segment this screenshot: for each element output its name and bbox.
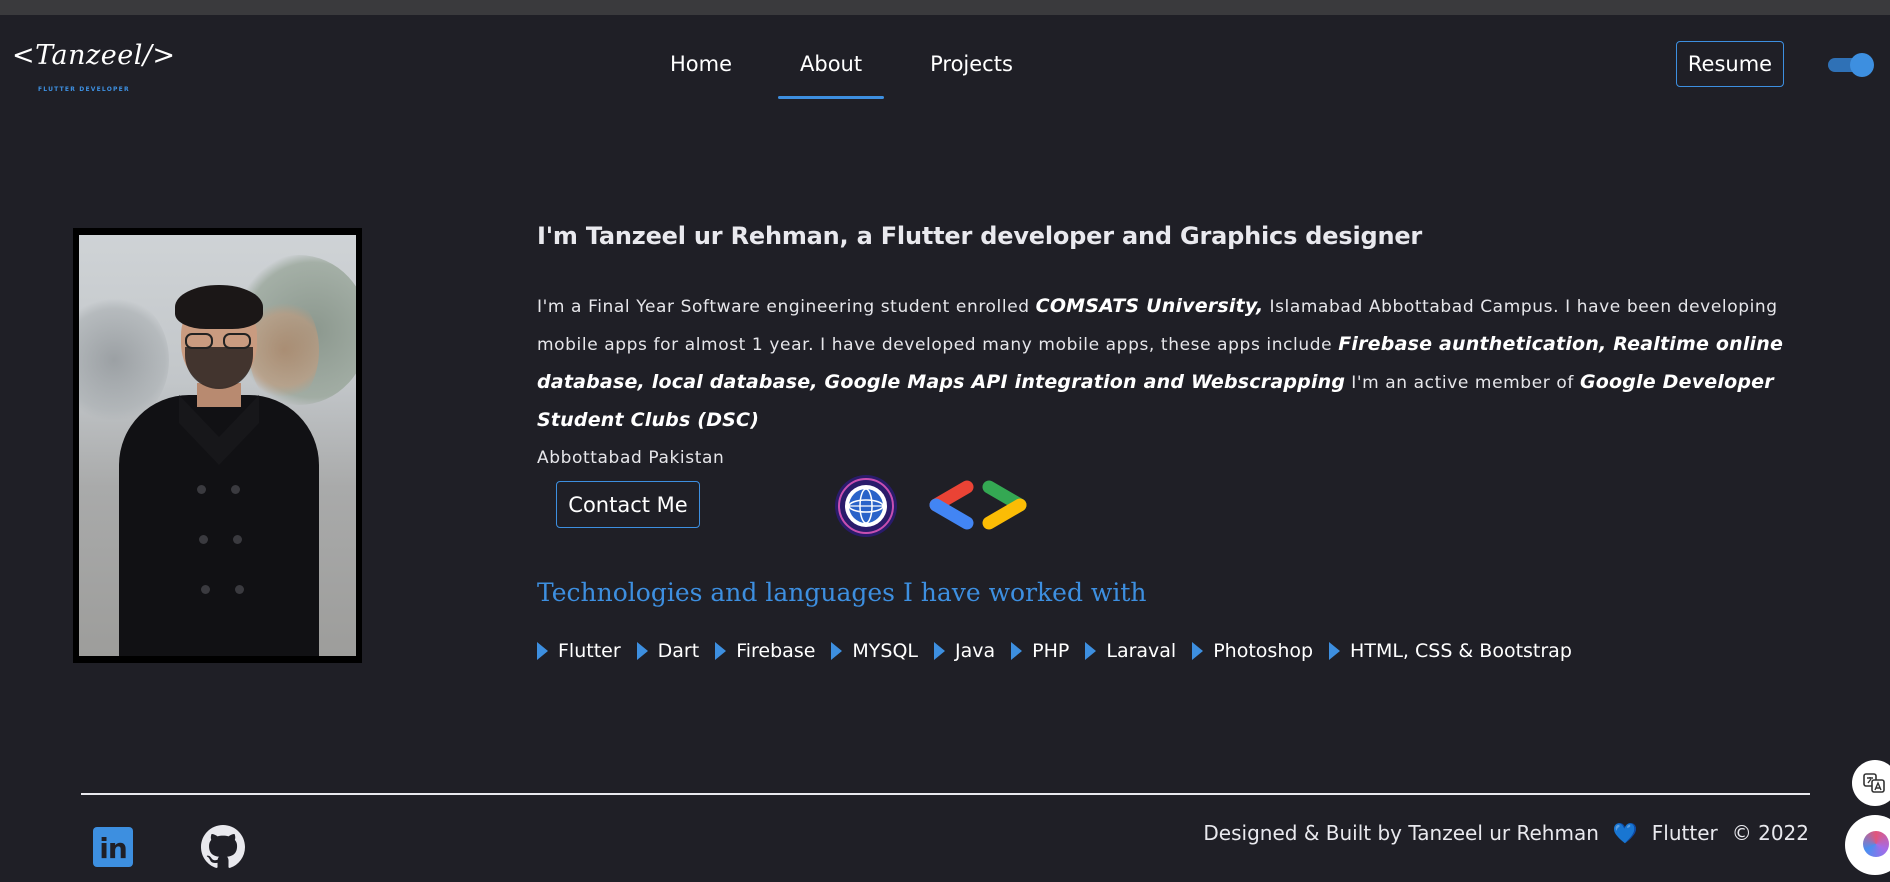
profile-photo-frame <box>73 228 362 663</box>
tech-item: Java <box>934 640 995 662</box>
bio-bold-university: COMSATS University, <box>1035 295 1264 317</box>
credit-text: Designed & Built by Tanzeel ur Rehman <box>1203 821 1599 845</box>
bio-text-1: I'm a Final Year Software engineering st… <box>537 297 1036 317</box>
tech-item: Dart <box>636 640 700 662</box>
triangle-bullet-icon <box>1329 642 1341 660</box>
dsc-logo-icon <box>929 480 1027 530</box>
site-logo[interactable]: <Tanzeel/> FLUTTER DEVELOPER <box>6 36 175 98</box>
linkedin-icon[interactable]: in <box>93 827 133 867</box>
linkedin-icon-text: in <box>99 832 128 865</box>
triangle-bullet-icon <box>1011 642 1023 660</box>
tech-item: MYSQL <box>831 640 918 662</box>
tech-label: Flutter <box>558 640 621 662</box>
triangle-bullet-icon <box>1085 642 1097 660</box>
github-icon[interactable] <box>201 825 245 869</box>
translate-icon[interactable] <box>1852 760 1890 806</box>
footer-divider <box>81 793 1810 795</box>
contact-me-button[interactable]: Contact Me <box>556 481 700 528</box>
about-bio: I'm a Final Year Software engineering st… <box>537 288 1827 477</box>
logo-subtitle: FLUTTER DEVELOPER <box>38 86 130 93</box>
bio-text-4: Abbottabad Pakistan <box>537 448 725 468</box>
tech-label: MYSQL <box>852 640 919 662</box>
triangle-bullet-icon <box>537 642 548 660</box>
nav-projects[interactable]: Projects <box>896 40 1047 96</box>
tech-item: Laraval <box>1085 640 1176 662</box>
triangle-bullet-icon <box>934 642 946 660</box>
copyright: © 2022 <box>1731 821 1809 845</box>
tech-item: Firebase <box>715 640 815 662</box>
browser-top-strip <box>0 0 1890 15</box>
triangle-bullet-icon <box>831 642 843 660</box>
profile-photo <box>79 235 356 656</box>
tech-label: PHP <box>1032 640 1070 662</box>
theme-toggle[interactable] <box>1826 53 1874 77</box>
tech-label: Java <box>955 640 996 662</box>
triangle-bullet-icon <box>1192 642 1204 660</box>
translate-glyph-icon <box>1863 773 1885 793</box>
toggle-knob <box>1850 53 1874 77</box>
main-nav: Home About Projects <box>640 40 1047 99</box>
tech-label: HTML, CSS & Bootstrap <box>1350 640 1572 662</box>
nav-home[interactable]: Home <box>640 40 766 96</box>
tech-item: PHP <box>1011 640 1069 662</box>
bio-text-3: I'm an active member of <box>1345 373 1580 393</box>
footer-credit: Designed & Built by Tanzeel ur Rehman 💙 … <box>1203 821 1809 845</box>
tech-item: HTML, CSS & Bootstrap <box>1329 640 1572 662</box>
triangle-bullet-icon <box>715 642 727 660</box>
nav-about[interactable]: About <box>766 40 896 99</box>
brain-icon[interactable] <box>1845 815 1890 875</box>
tech-label: Firebase <box>736 640 816 662</box>
resume-button[interactable]: Resume <box>1676 41 1784 87</box>
comsats-logo-icon <box>835 475 897 537</box>
tech-item: Photoshop <box>1192 640 1313 662</box>
tech-label: Laraval <box>1106 640 1177 662</box>
tech-label: Photoshop <box>1213 640 1314 662</box>
tech-item: Flutter <box>537 640 621 662</box>
credit-framework: Flutter <box>1651 821 1718 845</box>
about-headline: I'm Tanzeel ur Rehman, a Flutter develop… <box>537 222 1423 250</box>
tech-heading: Technologies and languages I have worked… <box>537 578 1147 607</box>
tech-label: Dart <box>657 640 700 662</box>
logo-text: <Tanzeel/> <box>12 40 176 71</box>
heart-icon: 💙 <box>1612 821 1638 845</box>
tech-list: Flutter Dart Firebase MYSQL Java PHP Lar… <box>537 640 1588 662</box>
brain-glyph-icon <box>1863 831 1889 857</box>
triangle-bullet-icon <box>636 642 648 660</box>
